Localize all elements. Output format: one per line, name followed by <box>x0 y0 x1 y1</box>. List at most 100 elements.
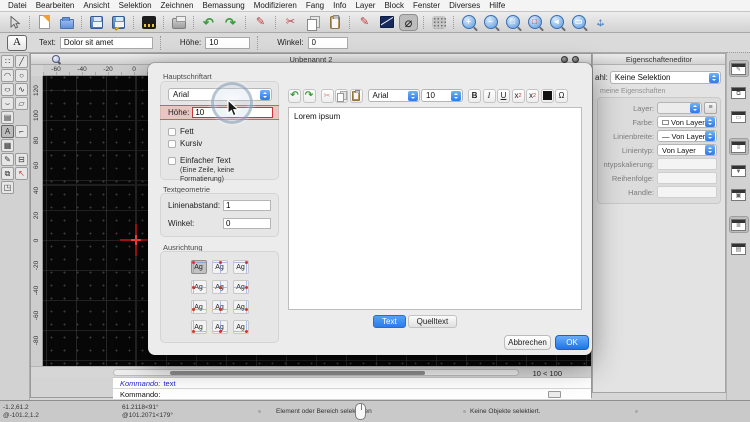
menu-item[interactable]: Layer <box>355 1 375 10</box>
command-input-row[interactable]: Kommando: <box>113 388 591 399</box>
chart-icon[interactable] <box>377 14 396 31</box>
pen-icon[interactable]: ✎ <box>355 14 374 31</box>
menu-item[interactable]: Datei <box>8 1 27 10</box>
special-characters-button[interactable]: Ω <box>555 88 568 103</box>
linetype-dropdown[interactable]: Von Layer <box>657 144 717 156</box>
ellipse-tool-icon[interactable]: ⌀ <box>399 13 418 31</box>
layer-list-button[interactable]: ≡ <box>704 102 717 114</box>
alignment-button[interactable]: Ag <box>211 260 228 274</box>
correction-pen-icon[interactable]: ✎ <box>251 14 270 31</box>
tab-text[interactable]: Text <box>373 315 406 328</box>
alignment-button[interactable]: Ag <box>211 280 228 294</box>
simple-text-checkbox[interactable] <box>168 156 176 165</box>
order-field[interactable] <box>657 172 717 184</box>
redo-icon[interactable]: ↷ <box>221 14 240 31</box>
print-icon[interactable] <box>169 14 188 31</box>
command-bar-icon[interactable] <box>548 391 561 398</box>
horizontal-scrollbar[interactable] <box>113 369 519 376</box>
copy-icon[interactable] <box>303 14 322 31</box>
editor-paste-icon[interactable] <box>349 88 363 103</box>
tool-shapes[interactable]: ▱ <box>15 97 28 110</box>
panel-layers[interactable]: ⧉ <box>729 84 749 101</box>
underline-button[interactable]: U <box>497 88 510 103</box>
grid-icon[interactable] <box>429 14 448 31</box>
tool-measure[interactable]: ✎ <box>1 153 14 166</box>
cancel-button[interactable]: Abbrechen <box>504 335 551 350</box>
text-input[interactable] <box>59 36 153 49</box>
bold-checkbox[interactable] <box>168 127 176 136</box>
panel-inspector[interactable]: ✎ <box>728 60 749 77</box>
alignment-button[interactable]: Ag <box>232 260 249 274</box>
panel-fields[interactable]: ▣ <box>729 186 749 203</box>
panel-list[interactable]: ≡ <box>728 138 749 155</box>
subscript-button[interactable]: x2 <box>526 88 539 103</box>
tool-gauge[interactable]: ⊟ <box>15 153 28 166</box>
height-input[interactable] <box>205 36 251 49</box>
tool-dimension[interactable]: ⌐ <box>15 125 28 138</box>
editor-cut-icon[interactable]: ✂ <box>320 88 334 103</box>
color-dropdown[interactable]: Von Layer <box>657 116 717 128</box>
menu-item[interactable]: Hilfe <box>489 1 505 10</box>
tool-circle[interactable]: ○ <box>15 69 28 82</box>
menu-item[interactable]: Bearbeiten <box>36 1 75 10</box>
superscript-button[interactable]: x2 <box>511 88 525 103</box>
alignment-button[interactable]: Ag <box>211 320 228 334</box>
menu-item[interactable]: Block <box>384 1 404 10</box>
save-as-icon[interactable] <box>109 14 128 31</box>
new-document-icon[interactable] <box>35 14 54 31</box>
alignment-button[interactable]: Ag <box>232 300 249 314</box>
editor-redo-icon[interactable]: ↷ <box>302 88 316 103</box>
zoom-in-icon[interactable]: + <box>459 14 478 31</box>
alignment-button[interactable]: Ag <box>232 320 249 334</box>
alignment-button[interactable]: Ag <box>190 280 207 294</box>
paste-icon[interactable] <box>325 14 344 31</box>
linetype-scale-field[interactable] <box>657 158 717 170</box>
tool-text[interactable]: A <box>1 125 14 138</box>
alignment-button[interactable]: Ag <box>190 260 207 274</box>
panel-blank[interactable]: ▭ <box>729 108 749 125</box>
panel-notes[interactable]: ≣ <box>728 216 749 233</box>
bold-button[interactable]: B <box>468 88 481 103</box>
text-content-editor[interactable]: Lorem ipsum <box>288 107 582 310</box>
selection-dropdown[interactable]: Keine Selektion <box>609 71 721 84</box>
alignment-button[interactable]: Ag <box>232 280 249 294</box>
editor-font-dropdown[interactable]: Arial <box>367 89 420 102</box>
menu-item[interactable]: Modifizieren <box>254 1 297 10</box>
alignment-button[interactable]: Ag <box>190 300 207 314</box>
linewidth-dropdown[interactable]: — Von Layer <box>657 130 717 142</box>
panel-clipboard[interactable]: ▤ <box>729 240 749 257</box>
pointer-icon[interactable] <box>5 14 24 31</box>
menu-item[interactable]: Selektion <box>119 1 152 10</box>
alignment-button[interactable]: Ag <box>190 320 207 334</box>
open-folder-icon[interactable] <box>57 14 76 31</box>
editor-undo-icon[interactable]: ↶ <box>288 88 301 103</box>
tool-select[interactable]: ↖ <box>15 167 28 180</box>
menu-item[interactable]: Fang <box>306 1 324 10</box>
italic-checkbox[interactable] <box>168 139 176 148</box>
alignment-button[interactable]: Ag <box>211 300 228 314</box>
zoom-fit-icon[interactable]: □ <box>503 14 522 31</box>
dialog-ang-input[interactable] <box>223 218 271 229</box>
cut-icon[interactable]: ✂ <box>281 14 300 31</box>
menu-item[interactable]: Diverses <box>449 1 480 10</box>
menu-item[interactable]: Fenster <box>413 1 440 10</box>
tool-arc[interactable]: ◠ <box>1 69 14 82</box>
undo-icon[interactable]: ↶ <box>199 14 218 31</box>
ok-button[interactable]: OK <box>555 335 589 350</box>
menu-item[interactable]: Zeichnen <box>161 1 194 10</box>
zoom-selection-icon[interactable]: □ <box>525 14 544 31</box>
italic-button[interactable]: I <box>482 88 496 103</box>
editor-size-dropdown[interactable]: 10 <box>421 89 463 102</box>
menu-item[interactable]: Ansicht <box>83 1 109 10</box>
layer-dropdown[interactable] <box>657 102 702 114</box>
tool-stamp[interactable]: ▤ <box>1 111 14 124</box>
pan-icon[interactable]: ↔ ↕ <box>591 14 610 31</box>
text-color-button[interactable] <box>540 88 554 103</box>
tool-ellipse[interactable]: ○ <box>1 83 14 96</box>
tool-curve[interactable]: ⌣ <box>1 97 14 110</box>
panel-filter[interactable]: ▼ <box>729 162 749 179</box>
editor-copy-icon[interactable] <box>335 88 348 103</box>
angle-input[interactable] <box>307 36 348 49</box>
line-spacing-input[interactable] <box>223 200 271 211</box>
tab-quelltext[interactable]: Quelltext <box>407 315 458 328</box>
